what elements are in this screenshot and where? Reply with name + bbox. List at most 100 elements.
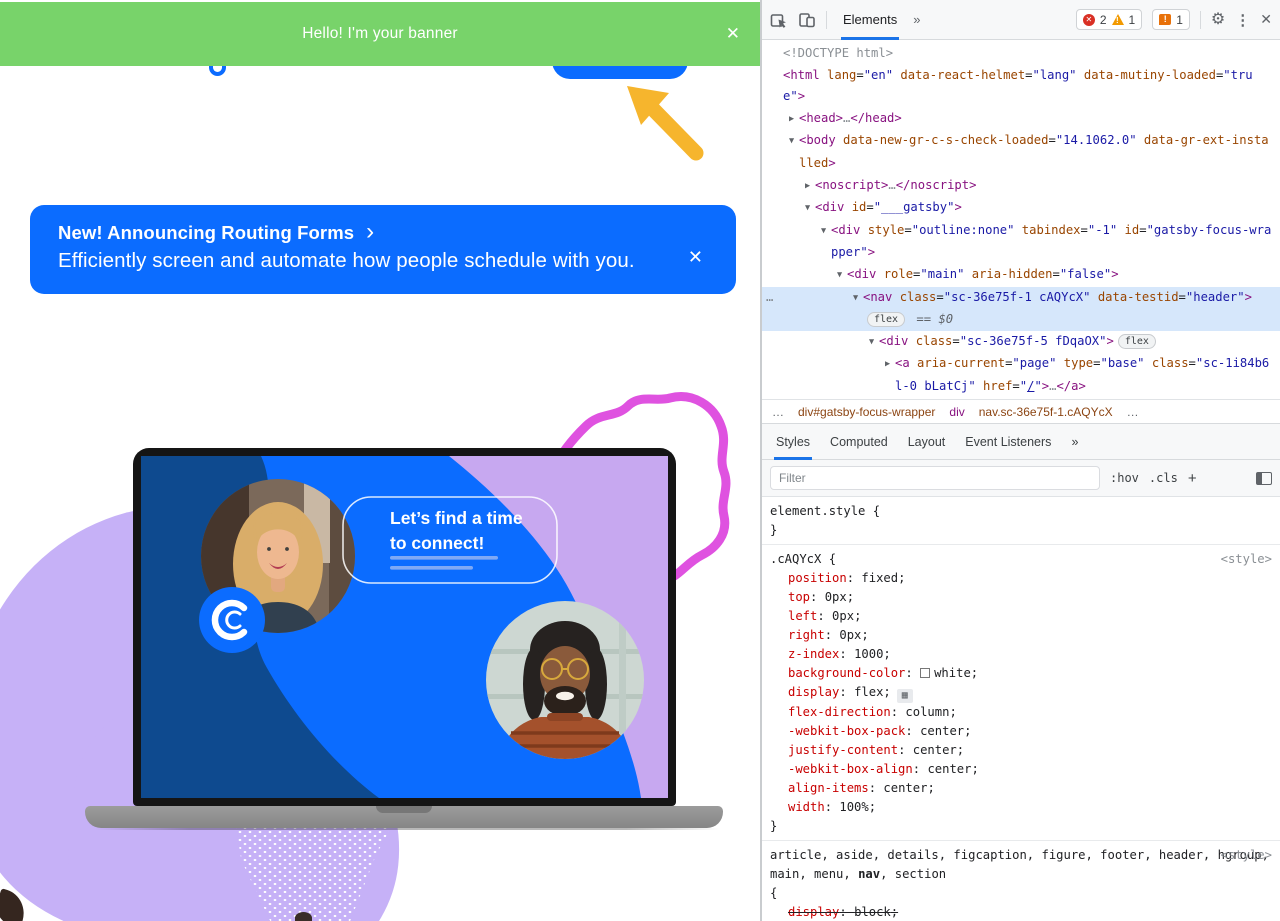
dom-tree-line[interactable]: ▼<body data-new-gr-c-s-check-loaded="14.… [762, 130, 1280, 174]
dom-tree-line[interactable]: ▼<div role="main" aria-hidden="false"> [762, 264, 1280, 287]
dom-tree-line[interactable]: ▶<a aria-current="page" type="base" clas… [762, 353, 1280, 397]
css-rule[interactable]: element.style {} [762, 497, 1280, 545]
chevron-right-icon[interactable]: › [366, 224, 374, 240]
banner-close-icon[interactable]: ✕ [726, 24, 740, 44]
flex-editor-icon[interactable]: ▦ [897, 689, 913, 703]
laptop-illustration: Let’s find a time to connect! [133, 448, 676, 806]
css-property[interactable]: left: 0px; [770, 607, 1272, 626]
collapsed-arrow-icon[interactable]: ▶ [880, 354, 895, 376]
tab-event-listeners[interactable]: Event Listeners [955, 423, 1061, 460]
breadcrumb-item[interactable]: div#gatsby-focus-wrapper [798, 405, 935, 419]
breadcrumb-item[interactable]: nav.sc-36e75f-1.cAQYcX [979, 405, 1113, 419]
css-property[interactable]: display: flex;▦ [770, 683, 1272, 703]
dom-tree-line[interactable]: …▼<nav class="sc-36e75f-1 cAQYcX" data-t… [762, 287, 1280, 331]
promo-title[interactable]: New! Announcing Routing Forms [58, 222, 354, 244]
rule-source-link[interactable]: <style> [1221, 846, 1272, 865]
css-property[interactable]: position: fixed; [770, 569, 1272, 588]
tab-computed[interactable]: Computed [820, 423, 898, 460]
rule-source-link[interactable]: <style> [1221, 550, 1272, 569]
code-token: > [1245, 290, 1252, 304]
property-name: position [788, 571, 847, 585]
console-errors-badge[interactable]: 2 1 [1076, 9, 1142, 30]
property-name: right [788, 628, 825, 642]
promo-banner[interactable]: New! Announcing Routing Forms › Efficien… [30, 205, 736, 294]
css-property[interactable]: z-index: 1000; [770, 645, 1272, 664]
dom-tree-line[interactable]: ▼<div class="sc-36e75f-5 fDqaOX">flex [762, 331, 1280, 354]
code-token: class [908, 334, 952, 348]
expanded-arrow-icon[interactable]: ▼ [784, 131, 799, 153]
property-value: center [913, 743, 957, 757]
code-token: = [904, 223, 911, 237]
breadcrumb-item[interactable]: … [772, 405, 784, 419]
css-property[interactable]: right: 0px; [770, 626, 1272, 645]
code-token: <body [799, 133, 836, 147]
dom-tree-line[interactable]: <!DOCTYPE html> [762, 43, 1280, 65]
property-value: 1000 [854, 647, 883, 661]
laptop-notch [376, 806, 432, 813]
open-brace: { [821, 552, 836, 566]
styles-filter-input[interactable] [770, 466, 1100, 490]
css-property[interactable]: top: 0px; [770, 588, 1272, 607]
css-rule[interactable]: <style>.cAQYcX {position: fixed;top: 0px… [762, 545, 1280, 841]
issues-badge[interactable]: 1 [1152, 9, 1190, 30]
tab-layout[interactable]: Layout [898, 423, 956, 460]
css-property[interactable]: -webkit-box-align: center; [770, 760, 1272, 779]
css-property[interactable]: justify-content: center; [770, 741, 1272, 760]
top-banner-text: Hello! I'm your banner [302, 25, 458, 43]
open-brace: { [865, 504, 880, 518]
settings-gear-icon[interactable]: ⚙ [1211, 12, 1225, 28]
tab-styles[interactable]: Styles [766, 423, 820, 460]
sidebar-toggle-icon[interactable] [1256, 472, 1272, 485]
devtools-close-icon[interactable]: ✕ [1260, 11, 1272, 28]
breadcrumb-item[interactable]: div [949, 405, 964, 419]
expanded-arrow-icon[interactable]: ▼ [816, 221, 831, 243]
expanded-arrow-icon[interactable]: ▼ [800, 198, 815, 220]
breadcrumb-item[interactable]: … [1127, 405, 1139, 419]
expanded-arrow-icon[interactable]: ▼ [864, 332, 879, 354]
code-token: </head> [850, 111, 901, 125]
expanded-arrow-icon[interactable]: ▼ [848, 288, 863, 310]
css-property[interactable]: flex-direction: column; [770, 703, 1272, 722]
code-token: > [868, 245, 875, 259]
css-property[interactable]: background-color: white; [770, 664, 1272, 683]
promo-subtitle: Efficiently screen and automate how peop… [58, 249, 666, 273]
css-property[interactable]: -webkit-box-pack: center; [770, 722, 1272, 741]
property-name: display [788, 905, 839, 919]
dom-tree-line[interactable]: ▶<noscript>…</noscript> [762, 175, 1280, 198]
code-token: = [952, 334, 959, 348]
css-property[interactable]: width: 100%; [770, 798, 1272, 817]
more-ancestors-indicator: … [766, 287, 773, 309]
toggle-hover-state[interactable]: :hov [1110, 471, 1139, 485]
tab-elements[interactable]: Elements [837, 0, 903, 40]
dom-tree-line[interactable]: <html lang="en" data-react-helmet="lang"… [762, 65, 1280, 108]
color-swatch[interactable] [920, 668, 930, 678]
expanded-arrow-icon[interactable]: ▼ [832, 265, 847, 287]
code-token: = [1081, 223, 1088, 237]
tab--[interactable]: » [1061, 423, 1088, 460]
tab-label: Styles [776, 435, 810, 449]
property-value: center [920, 724, 964, 738]
dom-tree-line[interactable]: ▼<div style="outline:none" tabindex="-1"… [762, 220, 1280, 264]
toggle-element-classes[interactable]: .cls [1149, 471, 1178, 485]
collapsed-arrow-icon[interactable]: ▶ [800, 176, 815, 198]
property-value: flex [854, 685, 883, 699]
dom-tree-line[interactable]: ▶<head>…</head> [762, 108, 1280, 131]
code-token: class [892, 290, 936, 304]
css-rule[interactable]: <style>article, aside, details, figcapti… [762, 841, 1280, 921]
rule-selector: article, aside, details, figcaption, fig… [770, 846, 1272, 884]
kebab-menu-icon[interactable]: ⋮ [1235, 11, 1250, 29]
dom-tree-line[interactable]: ▼<div id="___gatsby"> [762, 197, 1280, 220]
inspect-element-icon[interactable] [770, 11, 788, 29]
device-toolbar-icon[interactable] [798, 11, 816, 29]
promo-close-icon[interactable]: ✕ [688, 247, 703, 268]
collapsed-arrow-icon[interactable]: ▶ [784, 109, 799, 131]
more-tabs-icon[interactable]: » [913, 12, 919, 27]
css-property[interactable]: align-items: center; [770, 779, 1272, 798]
css-property[interactable]: display: block; [770, 903, 1272, 921]
new-style-rule-button[interactable]: + [1188, 470, 1197, 487]
property-name: -webkit-box-pack [788, 724, 905, 738]
code-token: "page" [1012, 356, 1056, 370]
property-value: 100% [839, 800, 868, 814]
code-token: <html [783, 68, 820, 82]
browser-page: Let’s find a time to connect! [0, 0, 760, 921]
